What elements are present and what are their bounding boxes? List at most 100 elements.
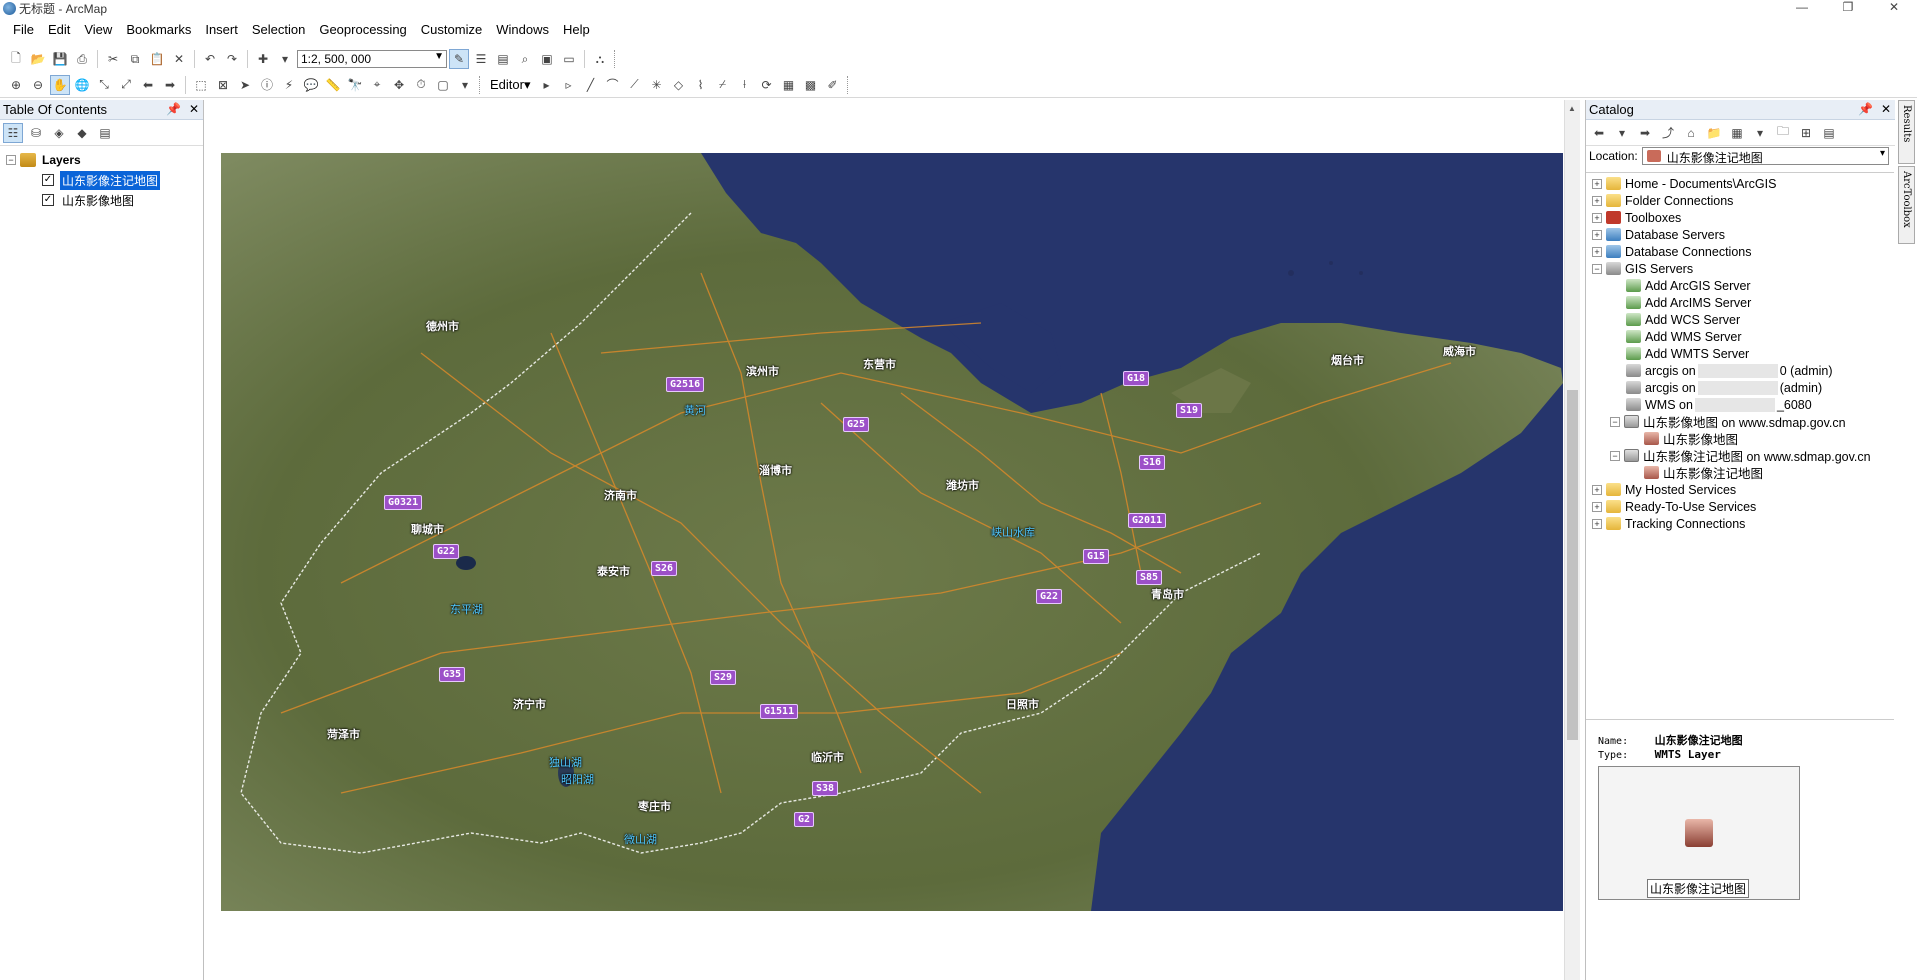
edit-tool-icon[interactable]: ▸ [537,75,557,95]
find-route-icon[interactable]: ⌖ [367,75,387,95]
restore-button[interactable]: ❐ [1825,0,1871,16]
tree-item-my-hosted-services[interactable]: + My Hosted Services [1586,481,1894,498]
rotate-icon[interactable]: ⟳ [757,75,777,95]
chevron-down-icon[interactable]: ▼ [434,51,444,62]
fixed-zoom-in-icon[interactable]: ⤡ [94,75,114,95]
close-button[interactable]: ✕ [1871,0,1917,16]
sketch-properties-icon[interactable]: ▩ [801,75,821,95]
preview-thumbnail[interactable]: 山东影像注记地图 [1598,766,1800,900]
menu-edit[interactable]: Edit [41,22,77,37]
toc-layer-item[interactable]: ✓ 山东影像地图 [6,190,203,210]
layer-visibility-checkbox[interactable]: ✓ [42,194,54,206]
tree-item-arcgis-server-1[interactable]: arcgis on 0 (admin) [1586,362,1894,379]
straight-segment-icon[interactable]: ╱ [581,75,601,95]
toolbar-grip[interactable] [479,75,482,94]
tree-item-wmts-service-1[interactable]: − 山东影像地图 on www.sdmap.gov.cn [1586,413,1894,430]
tree-item-database-connections[interactable]: + Database Connections [1586,243,1894,260]
close-icon[interactable]: ✕ [1881,102,1891,116]
home-icon[interactable]: ⌂ [1681,123,1701,143]
menu-selection[interactable]: Selection [245,22,312,37]
go-to-xy-icon[interactable]: ✥ [389,75,409,95]
expand-icon[interactable]: + [1592,501,1602,512]
find-icon[interactable]: 🔭 [345,75,365,95]
toggle-contents-icon[interactable]: ⊞ [1796,123,1816,143]
up-one-level-icon[interactable]: ⤴ [1658,123,1678,143]
new-document-icon[interactable]: 🗋 [6,49,26,69]
arctoolbox-icon[interactable]: ▣ [537,49,557,69]
chevron-down-icon[interactable]: ▾ [1750,123,1770,143]
tree-item-wmts-service-2[interactable]: − 山东影像注记地图 on www.sdmap.gov.cn [1586,447,1894,464]
add-data-icon[interactable]: ✚ [253,49,273,69]
back-icon[interactable]: ⬅ [1589,123,1609,143]
cut-polygons-icon[interactable]: ⌿ [713,75,733,95]
new-folder-icon[interactable]: 🗀 [1773,123,1793,143]
layer-label[interactable]: 山东影像地图 [60,191,136,210]
save-icon[interactable]: 💾 [50,49,70,69]
point-icon[interactable]: ✳ [647,75,667,95]
menu-view[interactable]: View [77,22,119,37]
menu-customize[interactable]: Customize [414,22,489,37]
scroll-up-icon[interactable]: ▲ [1568,104,1576,113]
tree-item-database-servers[interactable]: + Database Servers [1586,226,1894,243]
toolbar-grip[interactable] [846,75,850,94]
measure-icon[interactable]: 📏 [323,75,343,95]
tree-item-ready-to-use-services[interactable]: + Ready-To-Use Services [1586,498,1894,515]
attributes-icon[interactable]: ▦ [779,75,799,95]
create-features-icon[interactable]: ✐ [823,75,843,95]
menu-file[interactable]: File [6,22,41,37]
editor-menu-button[interactable]: Editor▾ [486,77,535,93]
split-icon[interactable]: ⟊ [735,75,755,95]
tree-item-folder-connections[interactable]: + Folder Connections [1586,192,1894,209]
expand-icon[interactable]: + [1592,229,1602,240]
tree-item-wms-server[interactable]: WMS on _6080 [1586,396,1894,413]
expand-icon[interactable]: + [1592,195,1602,206]
collapse-icon[interactable]: − [1610,416,1620,427]
expand-icon[interactable]: + [1592,246,1602,257]
clear-selection-icon[interactable]: ⊠ [213,75,233,95]
edit-annotation-icon[interactable]: ▹ [559,75,579,95]
expand-icon[interactable]: + [1592,518,1602,529]
connect-folder-icon[interactable]: 📁 [1704,123,1724,143]
chevron-down-icon[interactable]: ▾ [1880,148,1885,159]
tree-item-wmts-layer-1[interactable]: 山东影像地图 [1586,430,1894,447]
collapse-icon[interactable]: − [1592,263,1602,274]
open-icon[interactable]: 📂 [28,49,48,69]
time-slider-icon[interactable]: ⏱ [411,75,431,95]
create-viewer-icon[interactable]: ▢ [433,75,453,95]
modelbuilder-icon[interactable]: ⛬ [590,49,610,69]
map-vertical-scrollbar[interactable]: ▲ [1564,100,1580,980]
toc-options-icon[interactable]: ▤ [95,123,115,143]
expand-icon[interactable]: + [1592,178,1602,189]
list-by-drawing-order-icon[interactable]: ☷ [3,122,23,143]
arctoolbox-tab[interactable]: ArcToolbox [1898,166,1915,244]
collapse-icon[interactable]: − [6,155,16,165]
views-icon[interactable]: ▦ [1727,123,1747,143]
list-by-visibility-icon[interactable]: ◈ [49,123,69,143]
copy-icon[interactable]: ⧉ [125,49,145,69]
toc-layer-item[interactable]: ✓ 山东影像注记地图 [6,169,203,191]
tree-item-arcgis-server-2[interactable]: arcgis on (admin) [1586,379,1894,396]
tree-item-add-arcims-server[interactable]: Add ArcIMS Server [1586,294,1894,311]
pin-icon[interactable]: 📌 [1858,102,1873,116]
print-icon[interactable]: ⎙ [72,49,92,69]
tree-item-toolboxes[interactable]: + Toolboxes [1586,209,1894,226]
layers-root[interactable]: − Layers [6,150,203,170]
list-by-selection-icon[interactable]: ◆ [72,123,92,143]
catalog-options-icon[interactable]: ▤ [1819,123,1839,143]
toc-window-icon[interactable]: ☰ [471,49,491,69]
redo-icon[interactable]: ↷ [222,49,242,69]
fixed-zoom-out-icon[interactable]: ⤢ [116,75,136,95]
tree-item-add-wms-server[interactable]: Add WMS Server [1586,328,1894,345]
forward-extent-icon[interactable]: ➡ [160,75,180,95]
paste-icon[interactable]: 📋 [147,49,167,69]
zoom-in-icon[interactable]: ⊕ [6,75,26,95]
reshape-icon[interactable]: ⌇ [691,75,711,95]
menu-insert[interactable]: Insert [198,22,245,37]
pin-icon[interactable]: 📌 [166,102,181,116]
zoom-out-icon[interactable]: ⊖ [28,75,48,95]
catalog-window-icon[interactable]: ▤ [493,49,513,69]
edit-vertices-icon[interactable]: ◇ [669,75,689,95]
toolbar-grip[interactable] [614,50,617,68]
tree-item-gis-servers[interactable]: − GIS Servers [1586,260,1894,277]
hyperlink-icon[interactable]: ⚡ [279,75,299,95]
